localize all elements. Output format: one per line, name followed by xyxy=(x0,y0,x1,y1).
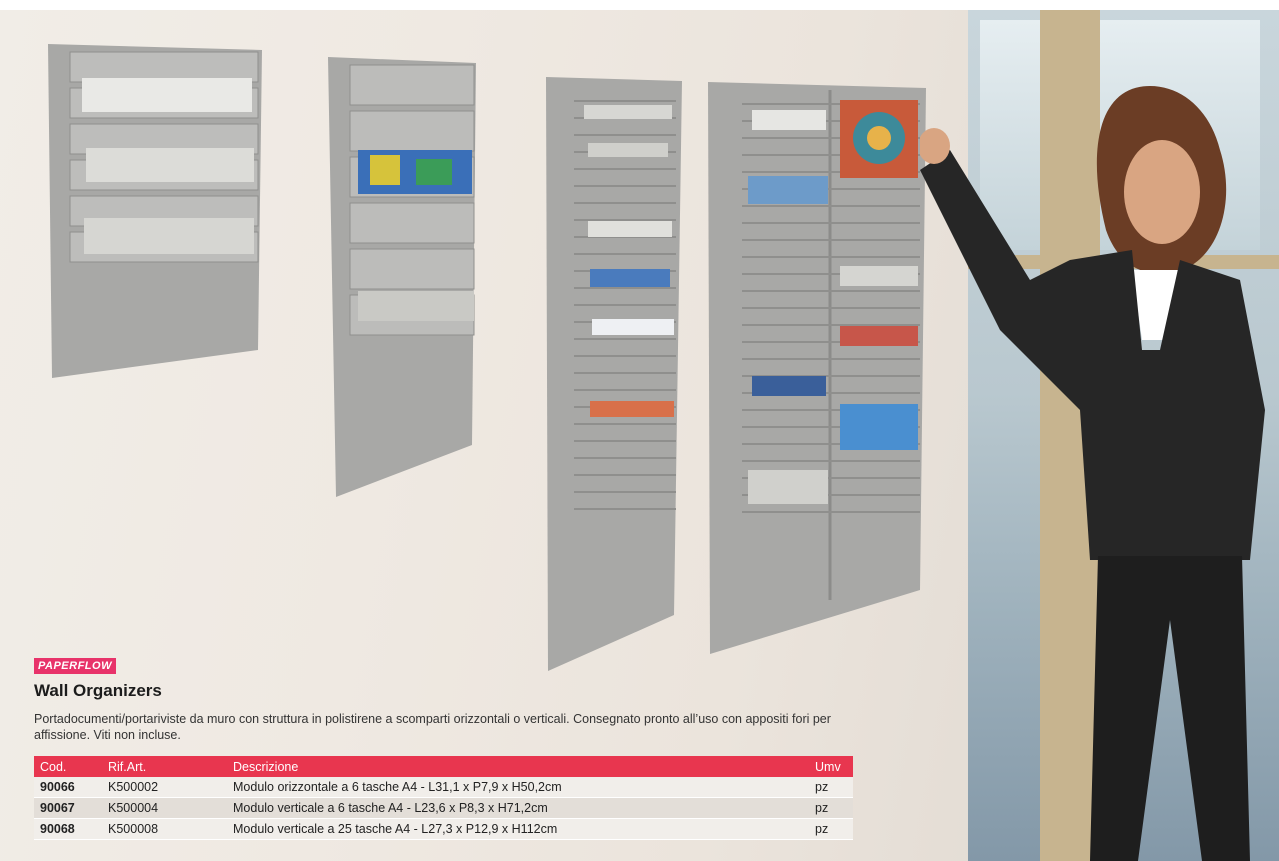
header-cod: Cod. xyxy=(34,756,102,777)
vertical-rack-25-pockets xyxy=(546,77,682,671)
woman-figure xyxy=(920,86,1265,861)
cell-umv: pz xyxy=(809,777,853,798)
table-row: 90068 K500008 Modulo verticale a 25 tasc… xyxy=(34,818,853,840)
brand-logo: PAPERFLOW xyxy=(34,658,116,674)
horizontal-rack-6-pockets xyxy=(48,44,262,378)
table-row: 90067 K500004 Modulo verticale a 6 tasch… xyxy=(34,797,853,819)
cell-umv: pz xyxy=(809,818,853,840)
cell-descrizione: Modulo verticale a 6 tasche A4 - L23,6 x… xyxy=(227,797,809,819)
cell-descrizione: Modulo orizzontale a 6 tasche A4 - L31,1… xyxy=(227,777,809,798)
cell-cod: 90066 xyxy=(34,777,102,798)
cell-rif-art: K500008 xyxy=(102,818,227,840)
vertical-rack-6-pockets xyxy=(328,57,476,497)
header-rif-art: Rif.Art. xyxy=(102,756,227,777)
cell-rif-art: K500004 xyxy=(102,797,227,819)
cell-rif-art: K500002 xyxy=(102,777,227,798)
product-title: Wall Organizers xyxy=(34,681,162,700)
cell-umv: pz xyxy=(809,797,853,819)
product-description: Portadocumenti/portariviste da muro con … xyxy=(34,712,831,742)
header-descrizione: Descrizione xyxy=(227,756,809,777)
table-row: 90066 K500002 Modulo orizzontale a 6 tas… xyxy=(34,777,853,798)
table-header-row: Cod. Rif.Art. Descrizione Umv xyxy=(34,756,853,777)
product-table: Cod. Rif.Art. Descrizione Umv 90066 K500… xyxy=(34,756,853,840)
double-rack-pockets xyxy=(708,82,926,654)
cell-cod: 90067 xyxy=(34,797,102,819)
cell-cod: 90068 xyxy=(34,818,102,840)
cell-descrizione: Modulo verticale a 25 tasche A4 - L27,3 … xyxy=(227,818,809,840)
header-umv: Umv xyxy=(809,756,853,777)
